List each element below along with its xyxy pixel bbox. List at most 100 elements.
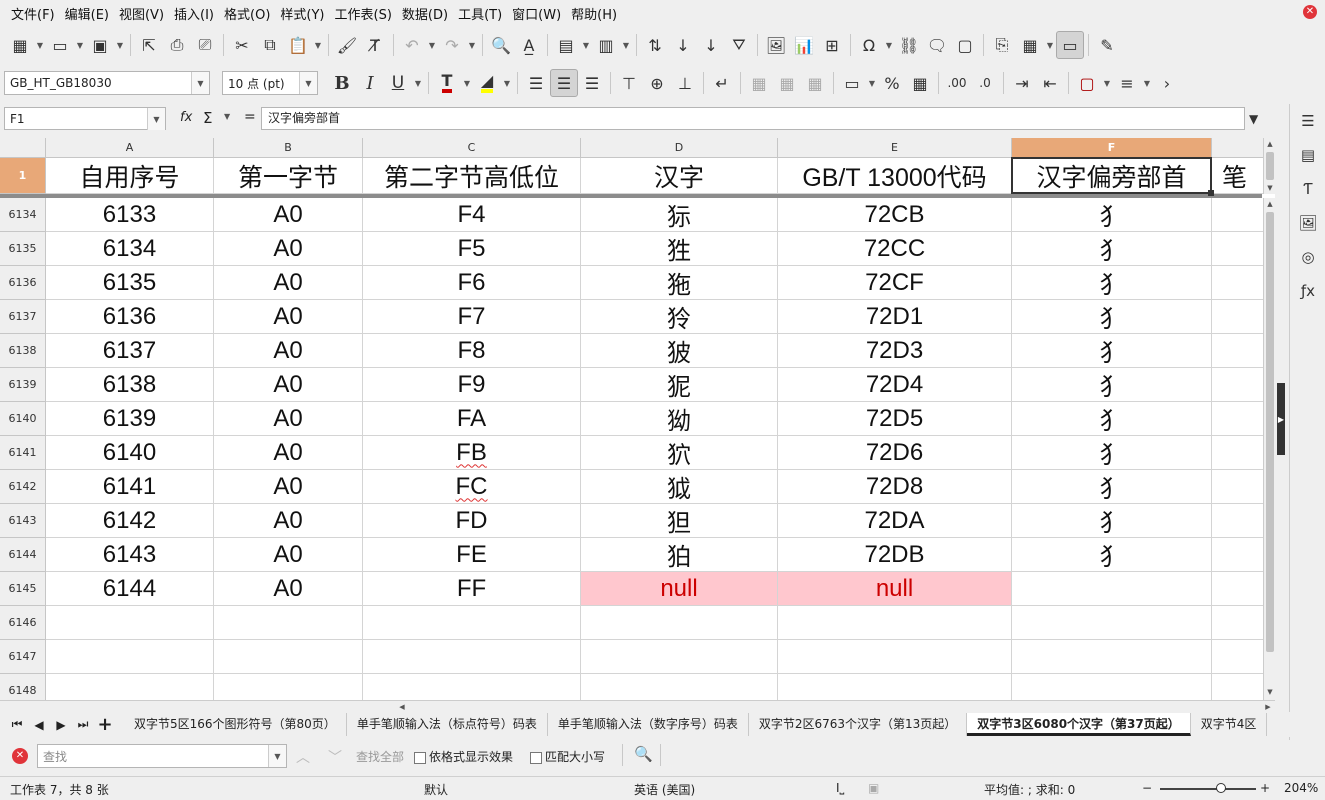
table-cell[interactable]: 狌 (581, 232, 778, 266)
align-center-icon[interactable]: ☰ (550, 69, 578, 97)
table-cell[interactable] (1012, 640, 1212, 674)
row-dropdown-icon[interactable]: ▼ (580, 31, 592, 59)
sheet-tab[interactable]: 单手笔顺输入法（标点符号）码表 (347, 713, 548, 736)
sum-dropdown-icon[interactable]: ▼ (224, 112, 230, 121)
table-cell[interactable]: A0 (214, 504, 363, 538)
table-cell[interactable]: 72DA (778, 504, 1012, 538)
percent-format-icon[interactable]: % (878, 69, 906, 97)
menu-item[interactable]: 文件(F) (6, 4, 60, 23)
currency-format-icon[interactable]: ▭ (838, 69, 866, 97)
table-cell[interactable]: A0 (214, 402, 363, 436)
chevron-down-icon[interactable]: ▼ (268, 745, 286, 767)
spreadsheet-grid[interactable]: A B C D E F 1 自用序号 第一字节 第二字节高低位 汉字 GB/T 13000代码 汉字偏旁… (0, 138, 1275, 700)
row-header[interactable]: 1 (0, 158, 46, 194)
undo-dropdown-icon[interactable]: ▼ (426, 31, 438, 59)
table-cell[interactable] (1012, 606, 1212, 640)
column-header-a[interactable]: A (46, 138, 214, 158)
table-cell[interactable]: 犭 (1012, 300, 1212, 334)
header-cell[interactable]: 汉字 (581, 158, 778, 194)
table-cell[interactable]: 6136 (46, 300, 214, 334)
border-style-dropdown-icon[interactable]: ▼ (1141, 69, 1153, 97)
table-cell[interactable] (1012, 674, 1212, 700)
table-cell[interactable]: 6144 (46, 572, 214, 606)
menu-item[interactable]: 视图(V) (114, 4, 169, 23)
header-cell[interactable]: 汉字偏旁部首 (1012, 158, 1212, 194)
formula-input[interactable]: 汉字偏旁部首 (261, 107, 1245, 130)
menu-item[interactable]: 工具(T) (453, 4, 507, 23)
table-cell[interactable]: 狘 (581, 470, 778, 504)
table-cell[interactable] (46, 606, 214, 640)
table-cell[interactable] (778, 640, 1012, 674)
sheet-tab[interactable]: 单手笔顺输入法（数字序号）码表 (548, 713, 749, 736)
merge-cells-icon[interactable]: ▦ (773, 69, 801, 97)
clear-formatting-icon[interactable]: T̸ (361, 31, 389, 59)
first-sheet-icon[interactable]: ⏮ (6, 717, 28, 732)
align-bottom-icon[interactable]: ⊥ (671, 69, 699, 97)
paste-dropdown-icon[interactable]: ▼ (312, 31, 324, 59)
zoom-slider-handle[interactable] (1216, 783, 1226, 793)
sum-icon[interactable]: Σ (203, 109, 212, 127)
new-document-icon[interactable]: ▦ (6, 31, 34, 59)
previous-sheet-icon[interactable]: ◀ (28, 718, 50, 732)
page-style[interactable]: 默认 (424, 781, 448, 798)
date-format-icon[interactable]: ▦ (906, 69, 934, 97)
language[interactable]: 英语 (美国) (634, 781, 695, 798)
align-right-icon[interactable]: ☰ (578, 69, 606, 97)
table-cell[interactable]: 6133 (46, 198, 214, 232)
wrap-text-icon[interactable]: ↵ (708, 69, 736, 97)
table-cell[interactable]: A0 (214, 572, 363, 606)
row-header[interactable]: 6142 (0, 470, 46, 504)
row-header[interactable]: 6143 (0, 504, 46, 538)
header-cell[interactable]: GB/T 13000代码 (778, 158, 1012, 194)
row-header[interactable]: 6137 (0, 300, 46, 334)
table-cell[interactable]: 狔 (581, 368, 778, 402)
pivot-table-icon[interactable]: ⊞ (818, 31, 846, 59)
scrollbar-thumb[interactable] (1266, 212, 1274, 652)
table-cell[interactable] (214, 640, 363, 674)
undo-icon[interactable]: ↶ (398, 31, 426, 59)
table-cell[interactable]: 狚 (581, 504, 778, 538)
row-header[interactable]: 6140 (0, 402, 46, 436)
special-character-dropdown-icon[interactable]: ▼ (883, 31, 895, 59)
table-cell[interactable]: FE (363, 538, 581, 572)
highlight-color-icon[interactable]: ◢ (473, 69, 501, 97)
zoom-out-button[interactable]: − (1142, 781, 1152, 795)
menu-item[interactable]: 工作表(S) (330, 4, 397, 23)
table-cell[interactable]: FD (363, 504, 581, 538)
table-cell[interactable]: A0 (214, 300, 363, 334)
scroll-down-icon[interactable]: ▼ (1264, 686, 1276, 698)
font-color-dropdown-icon[interactable]: ▼ (461, 69, 473, 97)
table-cell[interactable]: A0 (214, 232, 363, 266)
table-cell[interactable]: F8 (363, 334, 581, 368)
table-cell[interactable]: 犭 (1012, 368, 1212, 402)
more-options-icon[interactable]: › (1153, 69, 1181, 97)
scrollbar-thumb[interactable] (1266, 152, 1274, 180)
header-cell[interactable]: 第二字节高低位 (363, 158, 581, 194)
chevron-down-icon[interactable]: ▼ (191, 72, 209, 94)
table-cell[interactable] (363, 640, 581, 674)
function-wizard-icon[interactable]: fx (180, 110, 192, 125)
show-draw-functions-icon[interactable]: ✎ (1093, 31, 1121, 59)
formula-icon[interactable]: = (244, 109, 256, 125)
table-cell[interactable]: 狛 (581, 538, 778, 572)
table-cell[interactable]: 72CB (778, 198, 1012, 232)
gallery-icon[interactable]: 🖼 (1290, 206, 1325, 240)
save-icon[interactable]: ▣ (86, 31, 114, 59)
sidebar-menu-icon[interactable]: ☰ (1290, 104, 1325, 138)
row-header[interactable]: 6138 (0, 334, 46, 368)
select-all-corner[interactable] (0, 138, 46, 158)
table-cell[interactable]: 犭 (1012, 538, 1212, 572)
menu-item[interactable]: 插入(I) (169, 4, 219, 23)
menu-item[interactable]: 编辑(E) (60, 4, 114, 23)
sidebar-toggle-handle[interactable]: ▶ (1277, 383, 1285, 455)
close-document-icon[interactable]: ✕ (1303, 5, 1317, 19)
table-cell[interactable]: F6 (363, 266, 581, 300)
table-cell[interactable] (778, 606, 1012, 640)
find-replace-icon[interactable]: 🔍 (634, 745, 653, 763)
open-dropdown-icon[interactable]: ▼ (74, 31, 86, 59)
properties-icon[interactable]: ▤ (1290, 138, 1325, 172)
paste-icon[interactable]: 📋 (284, 31, 312, 59)
copy-icon[interactable]: ⧉ (256, 31, 284, 59)
table-cell[interactable]: FA (363, 402, 581, 436)
redo-icon[interactable]: ↷ (438, 31, 466, 59)
